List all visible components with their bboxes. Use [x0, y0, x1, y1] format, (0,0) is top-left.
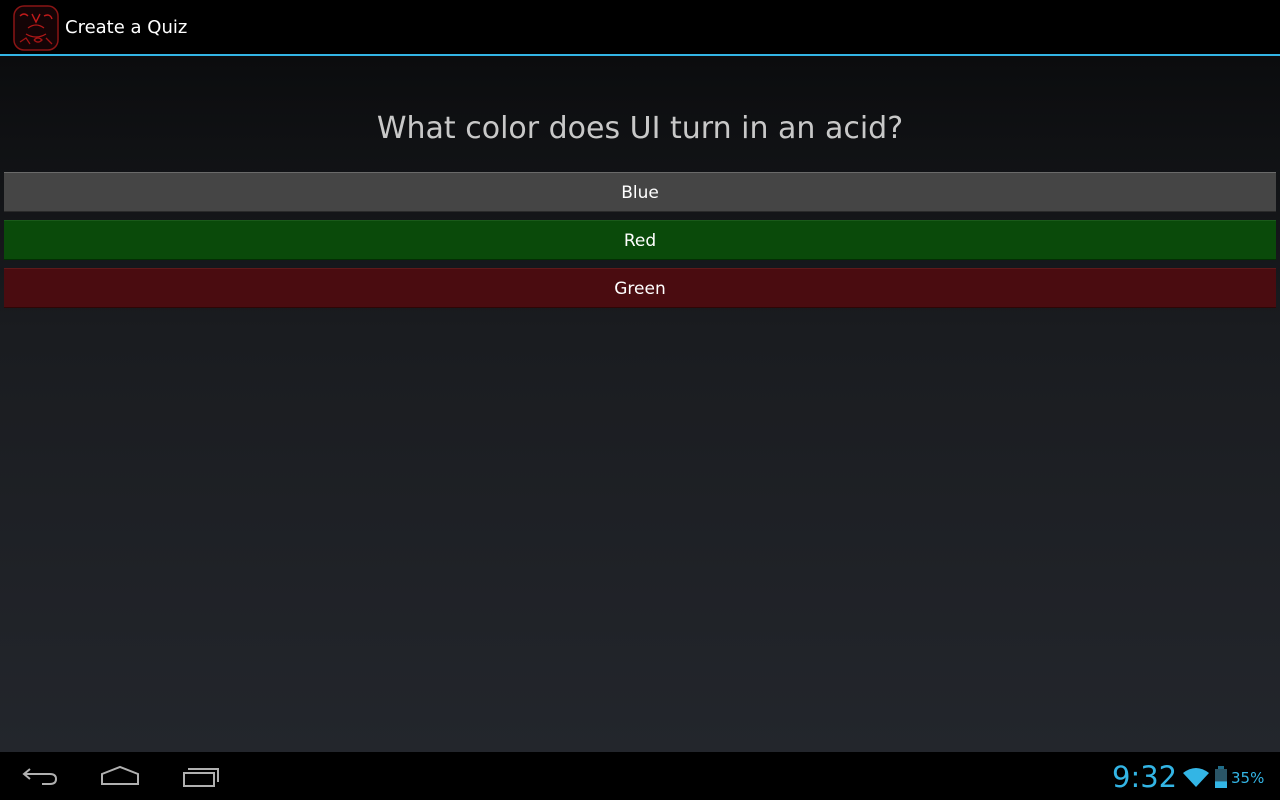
answer-button-green[interactable]: Green: [4, 268, 1276, 308]
screen: Create a Quiz What color does UI turn in…: [0, 0, 1280, 800]
answer-button-red[interactable]: Red: [4, 220, 1276, 260]
back-icon[interactable]: [8, 752, 72, 800]
quiz-content: What color does UI turn in an acid? Blue…: [0, 56, 1280, 752]
wifi-icon: [1182, 766, 1210, 792]
question-text: What color does UI turn in an acid?: [376, 111, 904, 146]
action-bar: Create a Quiz: [0, 0, 1280, 56]
status-clock: 9:32: [1112, 760, 1178, 794]
app-logo-icon[interactable]: [12, 4, 60, 52]
recent-apps-icon[interactable]: [168, 752, 232, 800]
battery-percent: 35%: [1231, 769, 1265, 787]
home-icon[interactable]: [88, 752, 152, 800]
battery-icon: [1214, 766, 1228, 792]
app-title: Create a Quiz: [65, 17, 188, 38]
navigation-bar: 9:32 35%: [0, 752, 1280, 800]
answer-button-blue[interactable]: Blue: [4, 172, 1276, 212]
